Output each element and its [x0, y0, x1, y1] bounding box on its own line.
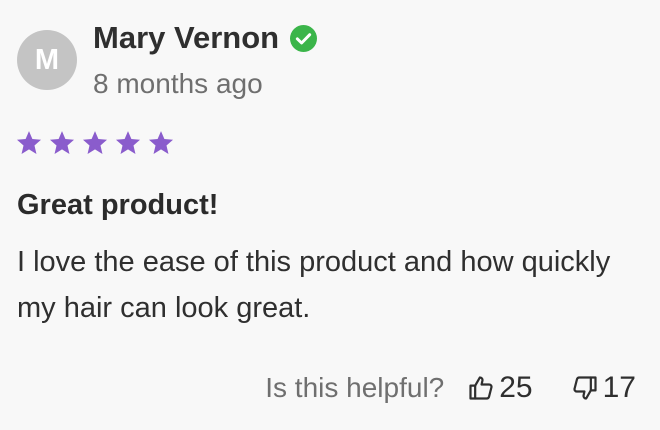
review-timestamp: 8 months ago: [93, 68, 263, 99]
avatar-initial: M: [34, 43, 60, 76]
star-icon: [114, 129, 142, 157]
verified-check-icon: [290, 24, 318, 52]
helpful-prompt: Is this helpful?: [265, 372, 445, 403]
review-card: M Mary Vernon 8 months ago Great product…: [0, 0, 660, 430]
downvote-button[interactable]: 17: [571, 371, 636, 405]
downvote-count: 17: [602, 371, 636, 404]
star-rating: [15, 129, 175, 157]
review-title: Great product!: [17, 189, 219, 221]
review-body: I love the ease of this product and how …: [17, 246, 611, 324]
upvote-button[interactable]: 25: [467, 371, 533, 405]
author-row: Mary Vernon: [93, 18, 318, 58]
star-icon: [15, 129, 43, 157]
thumbs-down-icon: [571, 374, 599, 402]
avatar: M: [17, 30, 77, 90]
star-icon: [147, 129, 175, 157]
star-icon: [81, 129, 109, 157]
upvote-count: 25: [499, 371, 533, 404]
helpful-row: Is this helpful? 25 17: [265, 367, 636, 409]
thumbs-up-icon: [467, 374, 495, 402]
author-name: Mary Vernon: [93, 20, 280, 55]
star-icon: [48, 129, 76, 157]
